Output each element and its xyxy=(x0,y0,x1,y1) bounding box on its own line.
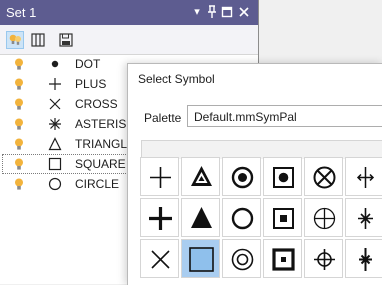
symbol-cell-plus-through-circle[interactable] xyxy=(304,239,343,278)
lightbulb-icon[interactable] xyxy=(12,97,26,111)
save-icon xyxy=(59,33,73,47)
symbol-cell-tailed-plus[interactable] xyxy=(345,157,382,196)
close-icon[interactable] xyxy=(238,5,250,19)
lightbulb-icon[interactable] xyxy=(12,117,26,131)
symbol-cell-dot-in-circle[interactable] xyxy=(222,157,261,196)
lightbulb-icon[interactable] xyxy=(12,157,26,171)
palette-label: Palette xyxy=(144,111,182,125)
maximize-icon[interactable] xyxy=(221,5,233,19)
symbol-cell-bold-plus[interactable] xyxy=(140,198,179,237)
circle-symbol-icon xyxy=(48,177,62,191)
columns-icon xyxy=(31,33,45,47)
dropdown-arrow-icon[interactable]: ▾ xyxy=(191,5,203,19)
show-all-button[interactable] xyxy=(6,31,24,49)
bulbs-icon xyxy=(9,34,21,45)
symbol-grid xyxy=(140,157,382,284)
lightbulb-icon[interactable] xyxy=(12,57,26,71)
lightbulb-icon[interactable] xyxy=(12,77,26,91)
asterisk-symbol-icon xyxy=(48,117,62,131)
cross-symbol-icon xyxy=(48,97,62,111)
symbol-cell-asterisk-bold[interactable] xyxy=(345,198,382,237)
symbol-cell-thick-circle[interactable] xyxy=(222,198,261,237)
symbol-cell-plus-in-circle[interactable] xyxy=(304,198,343,237)
symbol-cell-square-in-square[interactable] xyxy=(263,198,302,237)
pin-icon[interactable] xyxy=(206,5,218,19)
symbol-cell-cross[interactable] xyxy=(140,239,179,278)
dot-symbol-icon xyxy=(48,57,62,71)
lightbulb-icon[interactable] xyxy=(12,177,26,191)
symbol-list-row-label: PLUS xyxy=(75,77,107,91)
columns-button[interactable] xyxy=(29,31,47,49)
panel-toolbar xyxy=(0,25,258,55)
symbol-list-row-label: SQUARE xyxy=(75,157,126,171)
symbol-cell-plus[interactable] xyxy=(140,157,179,196)
dialog-title: Select Symbol xyxy=(138,72,215,86)
plus-symbol-icon xyxy=(48,77,62,91)
symbol-cell-triangle-in-triangle[interactable] xyxy=(181,157,220,196)
lightbulb-icon[interactable] xyxy=(12,137,26,151)
symbol-list-row-label: ASTERISK xyxy=(75,117,135,131)
symbol-cell-x-in-circle[interactable] xyxy=(304,157,343,196)
square-symbol-icon xyxy=(48,157,62,171)
symbol-cell-dot-in-square[interactable] xyxy=(263,157,302,196)
symbol-cell-thick-square[interactable] xyxy=(263,239,302,278)
triangle-symbol-icon xyxy=(48,137,62,151)
symbol-cell-filled-square[interactable] xyxy=(181,239,220,278)
symbol-list-row-label: TRIANGLE xyxy=(75,137,136,151)
save-button[interactable] xyxy=(57,31,75,49)
symbol-list-row-label: CROSS xyxy=(75,97,118,111)
palette-input[interactable]: Default.mmSymPal xyxy=(187,105,382,127)
panel-title-bar: Set 1 ▾ xyxy=(0,0,258,25)
symbol-cell-circle-in-circle[interactable] xyxy=(222,239,261,278)
symbol-cell-asterisk-heavy[interactable] xyxy=(345,239,382,278)
symbol-cell-filled-triangle[interactable] xyxy=(181,198,220,237)
symbol-list-row-label: DOT xyxy=(75,57,101,71)
symbol-list-row-label: CIRCLE xyxy=(75,177,120,191)
panel-title: Set 1 xyxy=(6,5,37,20)
